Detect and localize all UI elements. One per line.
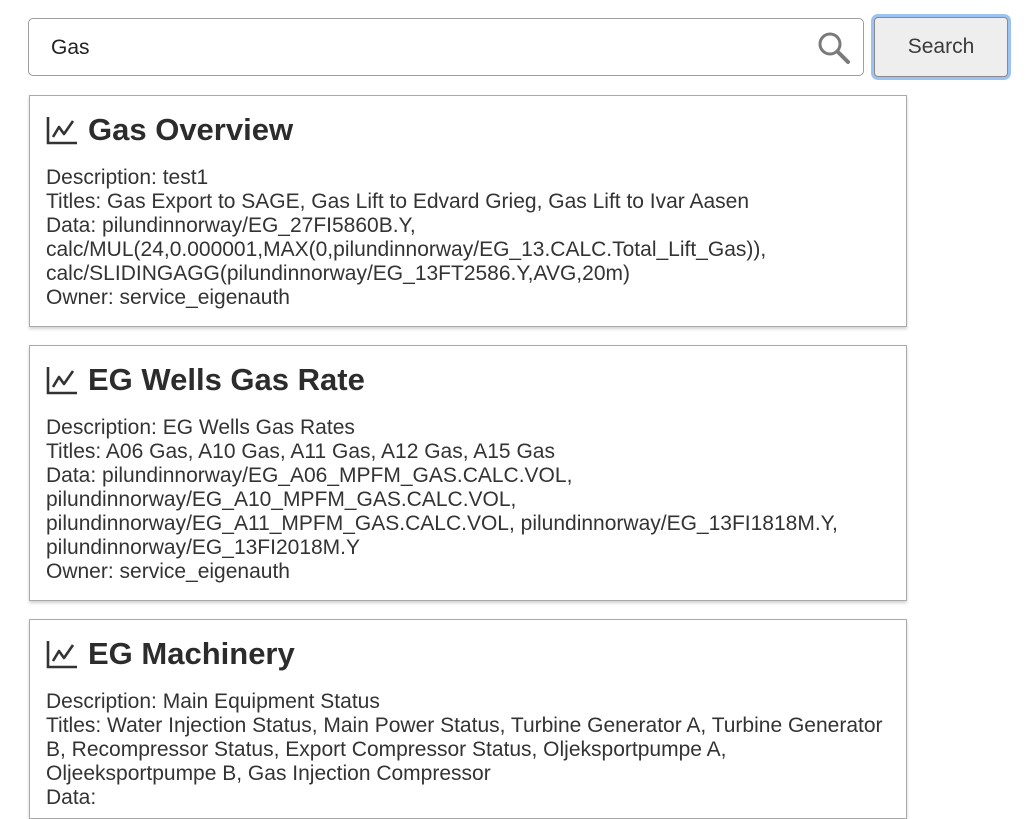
line-chart-icon [46,117,77,145]
result-titles: Titles: Gas Export to SAGE, Gas Lift to … [46,190,750,213]
result-card-header: Gas Overview [46,110,890,150]
search-icon[interactable] [817,31,851,65]
result-data: Data: [46,786,97,809]
result-card-header: EG Machinery [46,634,890,674]
search-button[interactable]: Search [874,17,1008,77]
result-title[interactable]: Gas Overview [88,112,293,148]
result-owner: Owner: service_eigenauth [46,560,290,583]
result-data: Data: pilundinnorway/EG_27FI5860B.Y, cal… [46,214,773,285]
line-chart-icon [46,641,77,669]
result-data: Data: pilundinnorway/EG_A06_MPFM_GAS.CAL… [46,464,844,559]
result-description: Description: test1 [46,166,209,189]
result-title[interactable]: EG Wells Gas Rate [88,362,365,398]
line-chart-icon [46,367,77,395]
result-card[interactable]: EG Machinery Description: Main Equipment… [29,619,907,819]
result-description: Description: EG Wells Gas Rates [46,416,355,439]
result-owner: Owner: service_eigenauth [46,286,290,309]
search-input[interactable] [51,29,811,67]
search-bar: Search [28,17,1010,78]
result-card-header: EG Wells Gas Rate [46,360,890,400]
search-field[interactable] [28,18,864,76]
result-titles: Titles: A06 Gas, A10 Gas, A11 Gas, A12 G… [46,440,555,463]
result-card[interactable]: EG Wells Gas Rate Description: EG Wells … [29,345,907,601]
results-list: Gas Overview Description: test1 Titles: … [29,95,907,819]
result-titles: Titles: Water Injection Status, Main Pow… [46,714,889,785]
result-title[interactable]: EG Machinery [88,636,295,672]
result-card[interactable]: Gas Overview Description: test1 Titles: … [29,95,907,327]
result-description: Description: Main Equipment Status [46,690,380,713]
